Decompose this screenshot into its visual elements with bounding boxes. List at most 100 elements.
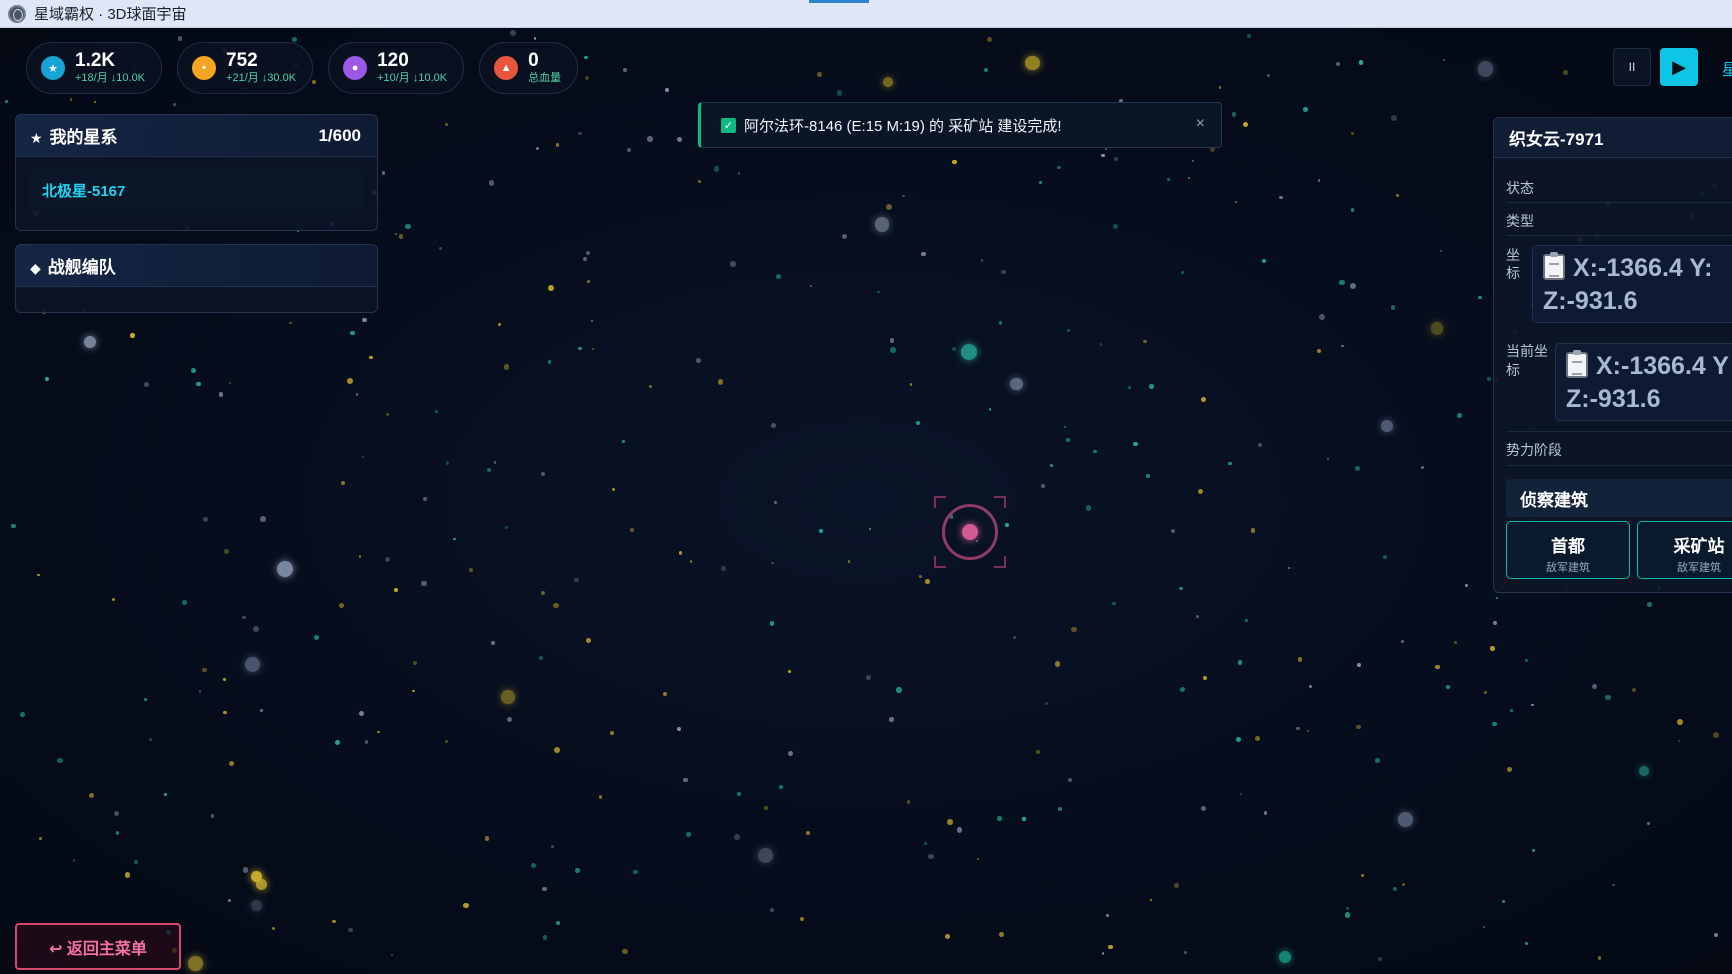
background-star	[1456, 412, 1462, 418]
background-star	[869, 527, 872, 530]
resource-bar: ★ 1.2K +18/月 ↓10.0K • 752 +21/月 ↓30.0K ●…	[26, 42, 579, 94]
system-list-item[interactable]: 北极星-5167	[29, 169, 364, 211]
background-star	[1279, 951, 1292, 964]
background-star	[533, 37, 537, 40]
background-star	[222, 677, 227, 682]
background-star	[1038, 181, 1042, 185]
background-star	[1638, 765, 1650, 776]
building-sub: 敌军建筑	[1677, 562, 1721, 574]
background-star	[1025, 55, 1040, 71]
background-star	[1143, 339, 1147, 344]
background-star	[420, 580, 427, 587]
coord-line-2: Z:-931.6	[1543, 287, 1638, 315]
background-star	[689, 560, 693, 563]
clipboard-icon[interactable]	[1566, 350, 1588, 378]
background-star	[685, 832, 691, 837]
background-star	[1263, 811, 1268, 815]
background-star	[622, 440, 626, 443]
background-star	[541, 590, 546, 595]
my-systems-header[interactable]: ★ 我的星系 1/600	[16, 115, 377, 157]
background-star	[468, 568, 473, 572]
background-star	[984, 68, 989, 73]
toast-message: 阿尔法环-8146 (E:15 M:19) 的 采矿站 建设完成!	[744, 117, 1062, 135]
background-star	[817, 72, 822, 77]
background-star	[1597, 956, 1602, 961]
background-star	[757, 847, 773, 863]
background-star	[218, 392, 224, 397]
background-star	[1402, 883, 1406, 887]
background-star	[998, 321, 1002, 325]
background-star	[435, 410, 438, 414]
background-star	[252, 626, 259, 633]
background-star	[1532, 849, 1535, 852]
background-star	[1013, 635, 1017, 639]
background-star	[463, 902, 470, 909]
background-star	[1250, 528, 1256, 534]
background-star	[423, 497, 428, 502]
background-star	[1307, 730, 1310, 733]
building-mining-button[interactable]: 采矿站 敌军建筑	[1637, 521, 1732, 579]
background-star	[1341, 344, 1344, 348]
background-star	[1105, 913, 1109, 917]
background-star	[1279, 195, 1283, 200]
clipboard-icon[interactable]	[1543, 252, 1565, 280]
background-star	[501, 690, 516, 705]
background-star	[332, 919, 337, 924]
resource-rate: +10/月 ↓10.0K	[377, 72, 448, 84]
background-star	[1335, 61, 1340, 66]
background-star	[999, 932, 1004, 937]
background-star	[1114, 157, 1119, 161]
background-star	[1050, 464, 1054, 468]
current-coordinate-box[interactable]: X:-1366.4 Y Z:-931.6	[1555, 343, 1732, 421]
background-star	[1678, 739, 1681, 742]
background-star	[358, 554, 362, 558]
background-star	[164, 793, 167, 796]
background-star	[412, 689, 415, 693]
target-reticle[interactable]	[934, 496, 1006, 568]
background-star	[874, 217, 889, 232]
background-star	[1191, 159, 1195, 163]
resource-amount: 752	[226, 50, 258, 71]
background-star	[1492, 721, 1497, 727]
coordinate-box[interactable]: X:-1366.4 Y: Z:-931.6	[1532, 245, 1732, 323]
background-star	[242, 615, 246, 620]
play-button[interactable]: ▶	[1660, 48, 1698, 86]
background-star	[1066, 437, 1070, 442]
background-star	[1235, 736, 1242, 743]
background-star	[1591, 683, 1597, 690]
background-star	[404, 223, 411, 230]
background-star	[676, 726, 682, 731]
background-star	[945, 934, 951, 940]
pause-button[interactable]: II	[1613, 48, 1651, 86]
background-star	[453, 537, 456, 541]
background-star	[696, 358, 701, 363]
background-star	[486, 468, 491, 473]
background-star	[1234, 201, 1237, 204]
background-star	[242, 867, 249, 873]
background-star	[1317, 348, 1322, 353]
background-star	[885, 203, 892, 210]
background-star	[229, 381, 232, 385]
background-star	[547, 360, 552, 364]
background-star	[149, 737, 153, 741]
background-star	[1612, 884, 1615, 887]
back-to-menu-button[interactable]: ↩ 返回主菜单	[15, 923, 181, 970]
background-star	[919, 574, 922, 578]
fleet-header[interactable]: ◆ 战舰编队	[16, 245, 377, 287]
my-systems-panel: ★ 我的星系 1/600 北极星-5167	[15, 114, 378, 231]
coord-line-1: X:-1366.4 Y:	[1573, 254, 1713, 282]
background-star	[88, 792, 95, 798]
background-star	[951, 159, 957, 165]
background-star	[925, 579, 930, 584]
background-star	[584, 75, 590, 81]
background-star	[578, 131, 582, 136]
background-star	[489, 180, 495, 186]
background-star	[530, 862, 537, 869]
building-capital-button[interactable]: 首都 敌军建筑	[1506, 521, 1630, 579]
building-name: 首都	[1551, 537, 1585, 556]
close-icon[interactable]: ×	[1196, 115, 1205, 133]
background-star	[961, 344, 977, 361]
background-star	[1400, 640, 1404, 644]
background-star	[889, 338, 895, 343]
background-star	[773, 500, 778, 505]
